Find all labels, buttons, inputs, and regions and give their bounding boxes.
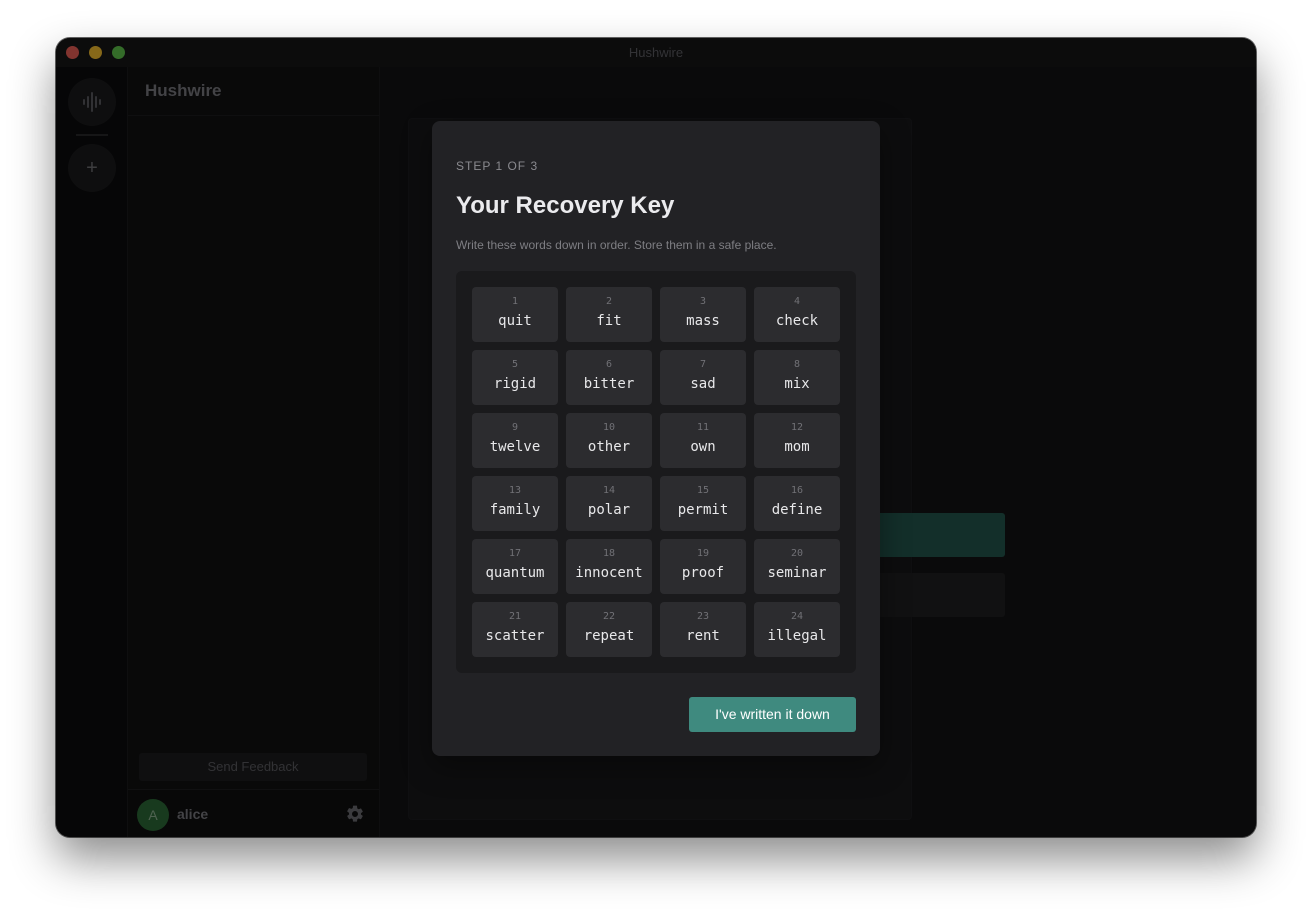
recovery-words-grid: 1 quit 2 fit 3 mass 4 check 5 rigid 6 bitter 7 sad 8 mi… bbox=[472, 287, 840, 657]
word-index: 20 bbox=[790, 548, 804, 559]
word-index: 9 bbox=[511, 422, 519, 433]
recovery-word-cell: 23 rent bbox=[660, 602, 746, 657]
recovery-word-cell: 9 twelve bbox=[472, 413, 558, 468]
recovery-word: define bbox=[771, 502, 823, 518]
word-index: 2 bbox=[605, 296, 613, 307]
modal-description: Write these words down in order. Store t… bbox=[456, 238, 777, 252]
word-index: 1 bbox=[511, 296, 519, 307]
word-index: 8 bbox=[793, 359, 801, 370]
recovery-word: sad bbox=[690, 376, 716, 392]
recovery-word: rigid bbox=[493, 376, 537, 392]
recovery-word: fit bbox=[596, 313, 622, 329]
recovery-word-cell: 21 scatter bbox=[472, 602, 558, 657]
recovery-word: mass bbox=[686, 313, 720, 329]
recovery-word-cell: 18 innocent bbox=[566, 539, 652, 594]
word-index: 11 bbox=[696, 422, 710, 433]
word-index: 4 bbox=[793, 296, 801, 307]
recovery-word-cell: 1 quit bbox=[472, 287, 558, 342]
recovery-word-cell: 6 bitter bbox=[566, 350, 652, 405]
recovery-word-cell: 13 family bbox=[472, 476, 558, 531]
recovery-word-cell: 22 repeat bbox=[566, 602, 652, 657]
word-index: 5 bbox=[511, 359, 519, 370]
word-index: 16 bbox=[790, 485, 804, 496]
recovery-word-cell: 15 permit bbox=[660, 476, 746, 531]
recovery-key-modal: STEP 1 OF 3 Your Recovery Key Write thes… bbox=[432, 121, 880, 756]
recovery-word: polar bbox=[587, 502, 631, 518]
recovery-word: seminar bbox=[767, 565, 827, 581]
recovery-word: scatter bbox=[485, 628, 545, 644]
recovery-word-cell: 19 proof bbox=[660, 539, 746, 594]
word-index: 14 bbox=[602, 485, 616, 496]
word-index: 6 bbox=[605, 359, 613, 370]
word-index: 24 bbox=[790, 611, 804, 622]
recovery-words-panel: 1 quit 2 fit 3 mass 4 check 5 rigid 6 bitter 7 sad 8 mi… bbox=[456, 271, 856, 673]
word-index: 13 bbox=[508, 485, 522, 496]
recovery-word-cell: 8 mix bbox=[754, 350, 840, 405]
recovery-word: own bbox=[690, 439, 716, 455]
recovery-word: rent bbox=[686, 628, 720, 644]
recovery-word-cell: 12 mom bbox=[754, 413, 840, 468]
word-index: 18 bbox=[602, 548, 616, 559]
recovery-word: illegal bbox=[767, 628, 827, 644]
recovery-word-cell: 16 define bbox=[754, 476, 840, 531]
word-index: 12 bbox=[790, 422, 804, 433]
word-index: 7 bbox=[699, 359, 707, 370]
recovery-word: permit bbox=[677, 502, 729, 518]
recovery-word: quit bbox=[498, 313, 532, 329]
word-index: 21 bbox=[508, 611, 522, 622]
recovery-word: family bbox=[489, 502, 541, 518]
recovery-word: innocent bbox=[575, 565, 643, 581]
recovery-word-cell: 2 fit bbox=[566, 287, 652, 342]
modal-title: Your Recovery Key bbox=[456, 192, 675, 219]
recovery-word: check bbox=[775, 313, 819, 329]
word-index: 19 bbox=[696, 548, 710, 559]
recovery-word-cell: 5 rigid bbox=[472, 350, 558, 405]
recovery-word: mix bbox=[784, 376, 810, 392]
recovery-word-cell: 11 own bbox=[660, 413, 746, 468]
recovery-word-cell: 17 quantum bbox=[472, 539, 558, 594]
recovery-word-cell: 20 seminar bbox=[754, 539, 840, 594]
recovery-word: proof bbox=[681, 565, 725, 581]
recovery-word-cell: 24 illegal bbox=[754, 602, 840, 657]
recovery-word-cell: 14 polar bbox=[566, 476, 652, 531]
recovery-word: other bbox=[587, 439, 631, 455]
recovery-word-cell: 10 other bbox=[566, 413, 652, 468]
word-index: 3 bbox=[699, 296, 707, 307]
recovery-word: mom bbox=[784, 439, 810, 455]
recovery-word: repeat bbox=[583, 628, 635, 644]
word-index: 22 bbox=[602, 611, 616, 622]
recovery-word: quantum bbox=[485, 565, 545, 581]
confirm-written-button[interactable]: I've written it down bbox=[689, 697, 856, 732]
word-index: 17 bbox=[508, 548, 522, 559]
word-index: 15 bbox=[696, 485, 710, 496]
step-indicator: STEP 1 OF 3 bbox=[456, 159, 539, 173]
recovery-word: bitter bbox=[583, 376, 635, 392]
word-index: 23 bbox=[696, 611, 710, 622]
word-index: 10 bbox=[602, 422, 616, 433]
recovery-word-cell: 4 check bbox=[754, 287, 840, 342]
recovery-word: twelve bbox=[489, 439, 541, 455]
recovery-word-cell: 3 mass bbox=[660, 287, 746, 342]
recovery-word-cell: 7 sad bbox=[660, 350, 746, 405]
